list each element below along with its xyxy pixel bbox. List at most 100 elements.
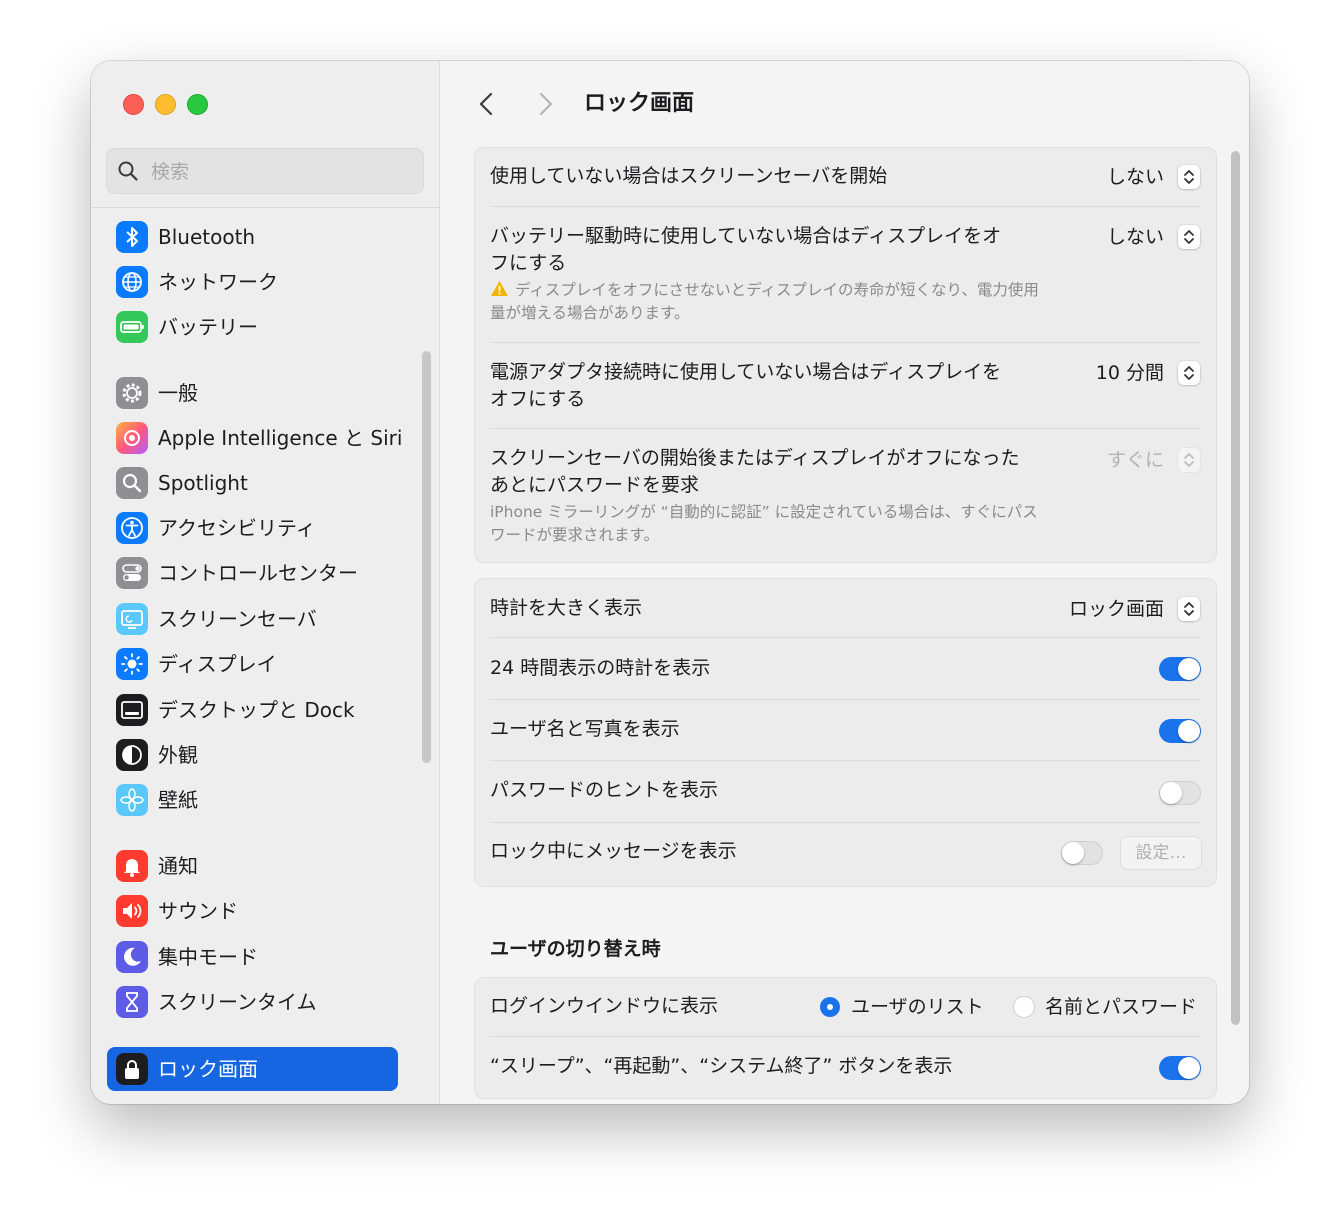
toggle-knob	[1062, 842, 1084, 864]
sidebar-item-label: アクセシビリティ	[158, 516, 316, 540]
settings-window: Bluetooth ネットワーク バッテリー 一般	[91, 61, 1249, 1104]
radio-selected-indicator	[820, 997, 840, 1017]
main-scrollbar[interactable]	[1231, 151, 1240, 1025]
lock-icon	[116, 1053, 148, 1085]
sidebar-item-label: Bluetooth	[158, 225, 256, 249]
toggle-knob	[1178, 658, 1200, 680]
moon-icon	[116, 941, 148, 973]
sidebar-item-label: 外観	[158, 743, 198, 767]
sidebar-item-label: スクリーンセーバ	[158, 607, 317, 631]
clock24-label: 24 時間表示の時計を表示	[490, 657, 711, 679]
battery-display-value: しない	[1106, 226, 1164, 248]
sidebar-list: Bluetooth ネットワーク バッテリー 一般 Apple Intellig…	[91, 208, 439, 1104]
user-list-radio-label: ユーザのリスト	[851, 996, 984, 1018]
close-window-button[interactable]	[123, 94, 144, 115]
search-input[interactable]	[149, 155, 413, 189]
toggle-knob	[1178, 1057, 1200, 1079]
sidebar-item-wallpaper[interactable]: 壁紙	[107, 778, 398, 822]
password-hint-label: パスワードのヒントを表示	[490, 779, 719, 801]
username-photo-toggle[interactable]	[1159, 719, 1201, 743]
user-switching-heading: ユーザの切り替え時	[490, 938, 661, 960]
warning-icon	[491, 281, 508, 296]
toggle-knob	[1178, 720, 1200, 742]
bell-icon	[116, 850, 148, 882]
lock-message-label: ロック中にメッセージを表示	[490, 840, 737, 862]
large-clock-row: 時計を大きく表示 ロック画面	[475, 579, 1216, 638]
sidebar-item-desktop-dock[interactable]: デスクトップと Dock	[107, 688, 398, 732]
sidebar-item-sound[interactable]: サウンド	[107, 889, 398, 933]
power-buttons-toggle[interactable]	[1159, 1056, 1201, 1080]
sidebar-item-label: バッテリー	[158, 315, 258, 339]
up-down-chevron-icon	[1178, 597, 1200, 621]
sidebar-item-lock-screen[interactable]: ロック画面	[107, 1047, 398, 1091]
screensaver-value: しない	[1106, 166, 1164, 188]
sidebar-item-displays[interactable]: ディスプレイ	[107, 642, 398, 686]
sidebar-item-battery[interactable]: バッテリー	[107, 305, 398, 349]
up-down-chevron-icon	[1178, 448, 1200, 472]
magnifier-icon	[116, 467, 148, 499]
power-buttons-label: “スリープ”、“再起動”、“システム終了” ボタンを表示	[490, 1055, 953, 1077]
clock24-row: 24 時間表示の時計を表示	[475, 638, 1216, 700]
sidebar-item-label: Spotlight	[158, 471, 248, 495]
globe-icon	[116, 266, 148, 298]
sidebar-item-notifications[interactable]: 通知	[107, 844, 398, 888]
require-password-note: iPhone ミラーリングが “自動的に認証” に設定されている場合は、すぐにパ…	[490, 503, 1038, 544]
adapter-display-label: 電源アダプタ接続時に使用していない場合はディスプレイをオフにする	[490, 361, 1002, 410]
screensaver-icon	[116, 603, 148, 635]
display-settings-group: 使用していない場合はスクリーンセーバを開始 しない バッテリー駆動時に使用してい…	[474, 147, 1217, 563]
hourglass-icon	[116, 986, 148, 1018]
sidebar-item-label: デスクトップと Dock	[158, 698, 355, 722]
sidebar-scrollbar[interactable]	[422, 351, 431, 763]
sidebar-item-control-center[interactable]: コントロールセンター	[107, 551, 398, 595]
login-window-row: ログインウインドウに表示 ユーザのリスト 名前とパスワード	[475, 978, 1216, 1037]
page-title: ロック画面	[584, 91, 695, 116]
sun-icon	[116, 648, 148, 680]
sidebar-item-bluetooth[interactable]: Bluetooth	[107, 215, 398, 259]
lock-message-toggle[interactable]	[1061, 841, 1103, 865]
adapter-display-row: 電源アダプタ接続時に使用していない場合はディスプレイをオフにする 10 分間	[475, 343, 1216, 429]
back-chevron-icon[interactable]	[472, 89, 502, 119]
search-field[interactable]	[106, 148, 424, 194]
message-settings-button[interactable]: 設定…	[1121, 837, 1201, 869]
sidebar-item-screensaver[interactable]: スクリーンセーバ	[107, 597, 398, 641]
battery-warning-note: ディスプレイをオフにさせないとディスプレイの寿命が短くなり、電力使用量が増える場…	[490, 279, 1050, 325]
user-switching-group: ログインウインドウに表示 ユーザのリスト 名前とパスワード “スリープ”、“再起…	[474, 977, 1217, 1099]
clock24-toggle[interactable]	[1159, 657, 1201, 681]
login-window-label: ログインウインドウに表示	[490, 995, 719, 1017]
minimize-window-button[interactable]	[155, 94, 176, 115]
toggle-knob	[1160, 782, 1182, 804]
battery-warning-text: ディスプレイをオフにさせないとディスプレイの寿命が短くなり、電力使用量が増える場…	[490, 281, 1039, 322]
sidebar-item-general[interactable]: 一般	[107, 371, 398, 415]
accessibility-icon	[116, 512, 148, 544]
flower-icon	[116, 784, 148, 816]
sidebar-item-label: 通知	[158, 854, 198, 878]
screensaver-label: 使用していない場合はスクリーンセーバを開始	[490, 165, 888, 187]
bluetooth-icon	[116, 221, 148, 253]
sidebar-item-label: スクリーンタイム	[158, 990, 317, 1014]
battery-display-row: バッテリー駆動時に使用していない場合はディスプレイをオフにする しない ディスプ…	[475, 207, 1216, 343]
sidebar-item-appearance[interactable]: 外観	[107, 733, 398, 777]
dock-icon	[116, 694, 148, 726]
sidebar-item-spotlight[interactable]: Spotlight	[107, 461, 398, 505]
apple-intelligence-icon	[116, 422, 148, 454]
main-pane: ロック画面 使用していない場合はスクリーンセーバを開始 しない バッテリー駆動時…	[440, 61, 1249, 1104]
name-password-radio-label: 名前とパスワード	[1045, 996, 1198, 1018]
radio-indicator	[1014, 997, 1034, 1017]
sidebar-item-network[interactable]: ネットワーク	[107, 260, 398, 304]
forward-chevron-icon[interactable]	[530, 89, 560, 119]
sidebar-item-label: Apple Intelligence と Siri	[158, 426, 403, 450]
sidebar-item-label: コントロールセンター	[158, 561, 358, 585]
require-password-value: すぐに	[1106, 449, 1164, 471]
zoom-window-button[interactable]	[187, 94, 208, 115]
gear-icon	[116, 377, 148, 409]
require-password-label: スクリーンセーバの開始後またはディスプレイがオフになったあとにパスワードを要求	[490, 447, 1020, 496]
password-hint-toggle[interactable]	[1159, 781, 1201, 805]
lock-screen-display-group: 時計を大きく表示 ロック画面 24 時間表示の時計を表示 ユーザ名と写真を表示	[474, 578, 1217, 887]
sidebar-item-focus[interactable]: 集中モード	[107, 935, 398, 979]
large-clock-label: 時計を大きく表示	[490, 597, 643, 619]
sidebar-item-accessibility[interactable]: アクセシビリティ	[107, 506, 398, 550]
lock-message-row: ロック中にメッセージを表示 設定…	[475, 823, 1216, 886]
sidebar-item-apple-intelligence[interactable]: Apple Intelligence と Siri	[107, 416, 402, 460]
sidebar-item-label: ロック画面	[158, 1057, 258, 1081]
sidebar-item-screen-time[interactable]: スクリーンタイム	[107, 980, 398, 1024]
